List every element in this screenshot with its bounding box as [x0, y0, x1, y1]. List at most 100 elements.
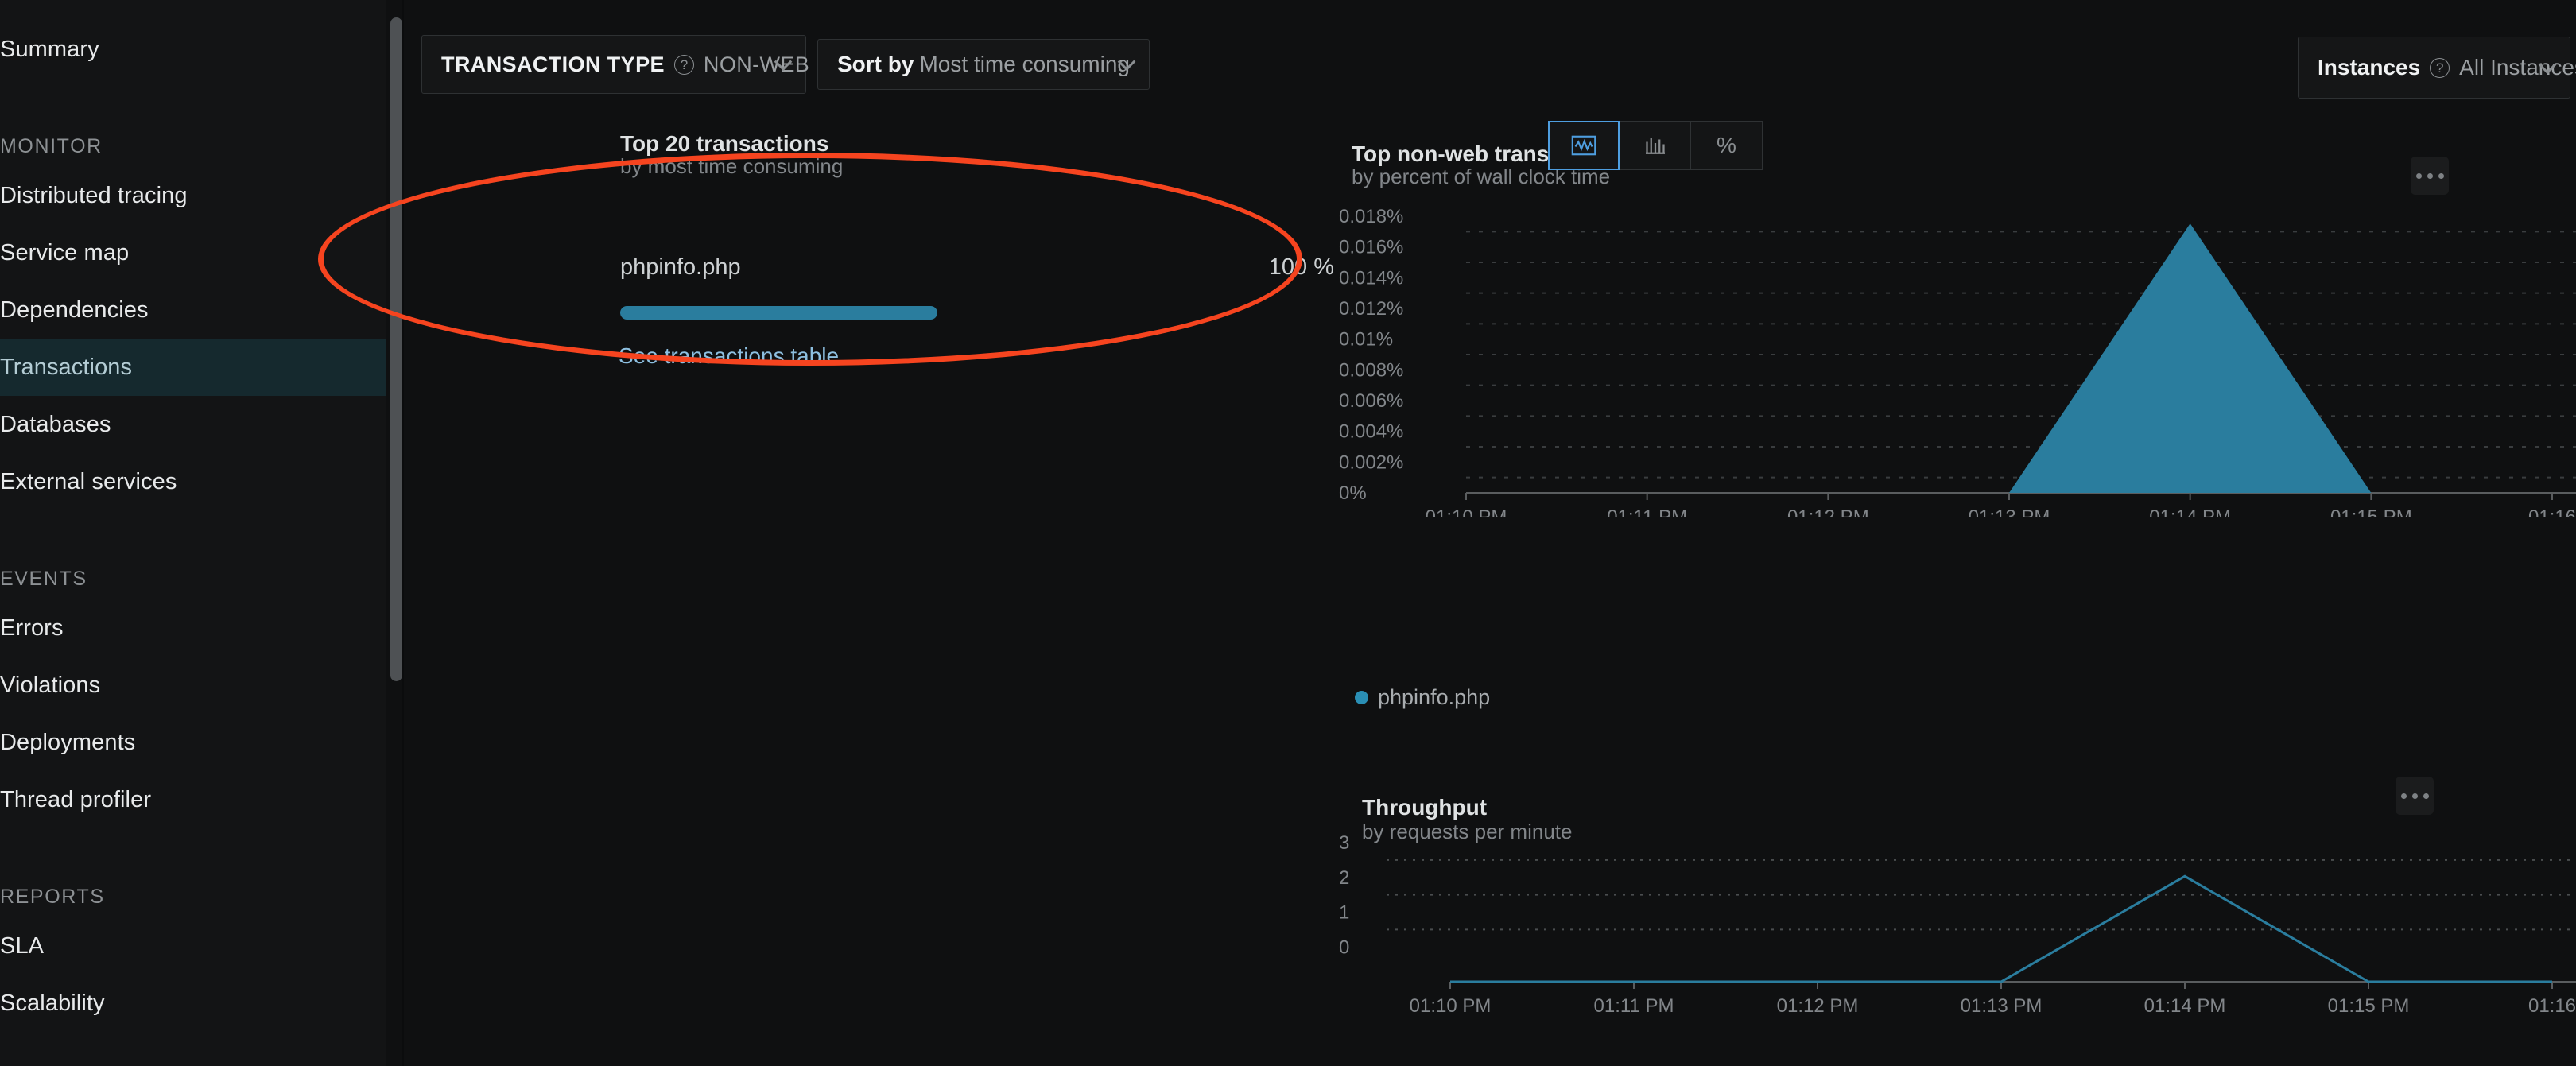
- y-axis-tick-label: 0.012%: [1339, 298, 1403, 320]
- bar-chart-icon: [1645, 138, 1665, 154]
- help-icon[interactable]: ?: [2430, 57, 2450, 78]
- y-axis-tick-label: 0%: [1339, 483, 1367, 504]
- y-axis-tick-label: 0.008%: [1339, 359, 1403, 381]
- throughput-chart[interactable]: 3210 01:10 PM 01:11 PM 01:12 PM 01:13 PM 01:…: [1339, 819, 2576, 1057]
- x-axis-tick-label: 01:16: [2528, 995, 2576, 1017]
- sort-by-label: Sort by: [837, 52, 914, 76]
- sidebar-item-scalability[interactable]: Scalability: [0, 975, 386, 1032]
- y-axis-tick-label: 1: [1339, 902, 1349, 924]
- x-axis-tick-label: 01:16: [2528, 506, 2576, 517]
- sidebar-section-monitor: MONITOR: [0, 110, 386, 167]
- instances-value: All Instances: [2459, 55, 2576, 79]
- line-chart-icon: [1571, 135, 1596, 156]
- sidebar-item-label: Transactions: [0, 355, 133, 380]
- sidebar-item-databases[interactable]: Databases: [0, 396, 386, 453]
- sidebar-item-service-map[interactable]: Service map: [0, 224, 386, 281]
- sidebar-scrollbar-thumb[interactable]: [390, 17, 402, 681]
- top-transactions-title: Top 20 transactions: [620, 131, 829, 156]
- x-axis-labels: 01:10 PM 01:11 PM 01:12 PM 01:13 PM 01:14 PM…: [1426, 506, 2576, 517]
- dot: [2400, 793, 2407, 799]
- bar-chart-toggle-button[interactable]: [1620, 121, 1691, 170]
- transaction-bar-track: [620, 306, 937, 320]
- percent-icon: %: [1717, 133, 1736, 157]
- dot: [2427, 172, 2433, 179]
- sidebar-item-transactions[interactable]: Transactions: [0, 339, 386, 396]
- gridlines: [1387, 859, 2576, 931]
- x-axis-ticks: [1465, 493, 2553, 500]
- sidebar-item-summary[interactable]: Summary: [0, 21, 386, 78]
- y-axis-tick-label: 0.014%: [1339, 267, 1403, 289]
- sidebar-item-label: EVENTS: [0, 568, 87, 590]
- legend-color-dot: [1355, 691, 1368, 704]
- gridlines: [1466, 231, 2576, 479]
- y-axis-tick-label: 0.018%: [1339, 206, 1403, 227]
- sidebar-item-dependencies[interactable]: Dependencies: [0, 281, 386, 339]
- transaction-name[interactable]: phpinfo.php: [620, 254, 741, 281]
- transaction-type-selector[interactable]: TRANSACTION TYPE ? NON-WEB: [421, 35, 810, 94]
- y-axis-tick-label: 0: [1339, 936, 1349, 958]
- sidebar-item-sla[interactable]: SLA: [0, 917, 386, 975]
- sort-by-value: Most time consuming: [919, 52, 1130, 76]
- y-axis-tick-label: 0.006%: [1339, 390, 1403, 412]
- transaction-percent: 100 %: [1268, 254, 1334, 280]
- sidebar-item-label: Service map: [0, 240, 130, 266]
- sidebar-item-distributed-tracing[interactable]: Distributed tracing: [0, 167, 386, 224]
- x-axis-tick-label: 01:13 PM: [1969, 506, 2050, 517]
- sidebar-item-label: Deployments: [0, 730, 136, 755]
- sidebar-item-deployments[interactable]: Deployments: [0, 714, 386, 771]
- sidebar-item-label: Databases: [0, 412, 111, 437]
- sidebar-item-label: Dependencies: [0, 297, 149, 323]
- main-content: TRANSACTION TYPE ? NON-WEB Sort by Most …: [318, 0, 2576, 1066]
- x-axis-tick-label: 01:10 PM: [1410, 995, 1492, 1017]
- transaction-bar-fill: [620, 306, 937, 320]
- x-axis-tick-label: 01:14 PM: [2144, 995, 2226, 1017]
- percent-chart-toggle-button[interactable]: %: [1691, 121, 1763, 170]
- y-axis-tick-label: 3: [1339, 832, 1349, 854]
- sidebar-item-label: Scalability: [0, 990, 105, 1016]
- x-axis-tick-label: 01:12 PM: [1777, 995, 1859, 1017]
- sidebar-item-violations[interactable]: Violations: [0, 657, 386, 714]
- y-axis-tick-label: 0.016%: [1339, 237, 1403, 258]
- x-axis-tick-label: 01:10 PM: [1426, 506, 1507, 517]
- y-axis-tick-label: 0.002%: [1339, 452, 1403, 473]
- chart-legend: phpinfo.php: [1355, 685, 1490, 710]
- sidebar-section-events: EVENTS: [0, 542, 386, 599]
- chart-type-toggle[interactable]: %: [1548, 121, 1763, 170]
- x-axis-tick-label: 01:11 PM: [1594, 995, 1674, 1017]
- sidebar-item-label: Errors: [0, 615, 64, 641]
- instances-label: Instances: [2318, 55, 2421, 79]
- transaction-type-label: TRANSACTION TYPE: [441, 52, 665, 76]
- y-axis-tick-label: 2: [1339, 867, 1349, 889]
- instances-selector[interactable]: Instances ? All Instances: [2298, 37, 2576, 99]
- throughput-chart-menu-button[interactable]: [2396, 777, 2434, 815]
- dot: [2438, 172, 2444, 179]
- help-icon[interactable]: ?: [673, 54, 694, 75]
- sidebar-item-thread-profiler[interactable]: Thread profiler: [0, 771, 386, 828]
- sidebar: Summary MONITOR Distributed tracing Service…: [0, 0, 386, 1066]
- sidebar-item-external-services[interactable]: External services: [0, 453, 386, 510]
- y-axis-tick-label: 0.004%: [1339, 421, 1403, 443]
- sidebar-item-label: Summary: [0, 37, 99, 62]
- x-axis-tick-label: 01:13 PM: [1961, 995, 2043, 1017]
- sidebar-item-label: Distributed tracing: [0, 183, 188, 208]
- app-root: Summary MONITOR Distributed tracing Service…: [0, 0, 2576, 1066]
- sidebar-item-errors[interactable]: Errors: [0, 599, 386, 657]
- legend-label[interactable]: phpinfo.php: [1378, 685, 1490, 710]
- transaction-type-value: NON-WEB: [703, 52, 810, 76]
- x-axis-labels: 01:10 PM 01:11 PM 01:12 PM 01:13 PM 01:14 PM…: [1410, 995, 2576, 1017]
- see-transactions-table-link[interactable]: See transactions table: [619, 343, 839, 369]
- sidebar-item-label: External services: [0, 469, 177, 494]
- sidebar-nav: Summary MONITOR Distributed tracing Service…: [0, 0, 386, 1032]
- line-chart-toggle-button[interactable]: [1548, 121, 1620, 170]
- dot: [2415, 172, 2422, 179]
- sort-by-selector[interactable]: Sort by Most time consuming: [817, 39, 1150, 90]
- top-transactions-subtitle: by most time consuming: [620, 154, 844, 178]
- sidebar-item-label: SLA: [0, 933, 45, 959]
- area-series: [1466, 223, 2552, 493]
- sidebar-section-reports: REPORTS: [0, 860, 386, 917]
- non-web-transactions-chart[interactable]: 0.018% 0.016% 0.014% 0.012% 0.01% 0.008% 0.006…: [1339, 183, 2576, 517]
- x-axis-tick-label: 01:14 PM: [2149, 506, 2231, 517]
